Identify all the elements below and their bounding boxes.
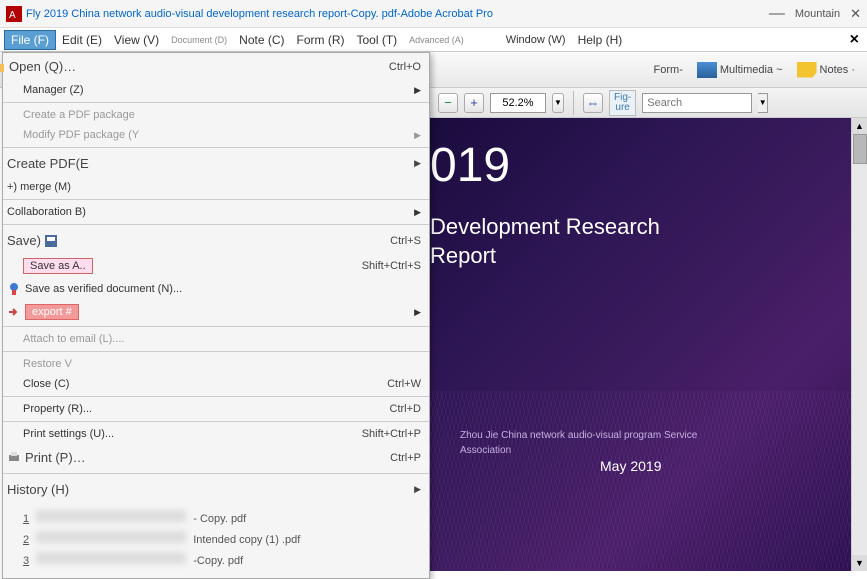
menu-edit[interactable]: Edit (E) <box>56 31 108 49</box>
figure-button[interactable]: Fig- ure <box>609 90 636 116</box>
history-item-1[interactable]: 1 - Copy. pdf <box>23 507 421 528</box>
menu-save[interactable]: Save) Ctrl+S <box>3 227 429 254</box>
history-item-3[interactable]: 3 -Copy. pdf <box>23 549 421 570</box>
history-list: 1 - Copy. pdf 2 Intended copy (1) .pdf 3… <box>3 503 429 578</box>
zoom-input[interactable] <box>490 93 546 113</box>
menu-help[interactable]: Help (H) <box>572 31 629 49</box>
scroll-up-button[interactable]: ▲ <box>852 118 867 134</box>
menu-save-verified[interactable]: Save as verified document (N)... <box>3 278 429 300</box>
window-title: Fly 2019 China network audio-visual deve… <box>26 8 769 20</box>
menu-view[interactable]: View (V) <box>108 31 165 49</box>
menu-collaboration[interactable]: Collaboration B)▶ <box>3 202 429 222</box>
verified-icon <box>7 282 21 296</box>
menu-save-as[interactable]: Save as A..Shift+Ctrl+S <box>3 254 429 278</box>
toolbar-notes[interactable]: Notes · <box>793 60 859 80</box>
toolbar-form[interactable]: Form- <box>650 62 687 78</box>
toolbar-multimedia[interactable]: Multimedia ~ <box>693 60 787 80</box>
menu-window[interactable]: Window (W) <box>500 32 572 48</box>
notes-icon <box>797 62 817 78</box>
folder-icon <box>0 60 5 74</box>
scroll-thumb[interactable] <box>853 134 867 164</box>
doc-subtitle: Development Research Report <box>430 193 851 270</box>
save-icon <box>45 235 57 247</box>
svg-text:A: A <box>9 10 16 21</box>
doc-year: 019 <box>430 118 851 193</box>
document-view[interactable]: 019 Development Research Report Zhou Jie… <box>430 118 851 571</box>
menu-property[interactable]: Property (R)...Ctrl+D <box>3 399 429 419</box>
menu-tool[interactable]: Tool (T) <box>351 31 404 49</box>
menu-note[interactable]: Note (C) <box>233 31 290 49</box>
zoom-dropdown[interactable]: ▼ <box>552 93 564 113</box>
close-button[interactable]: ✕ <box>850 6 861 22</box>
scroll-down-button[interactable]: ▼ <box>852 555 867 571</box>
menu-advanced[interactable]: Advanced (A) <box>403 33 470 47</box>
doc-source: Zhou Jie China network audio-visual prog… <box>460 428 697 458</box>
menu-create-pdf[interactable]: Create PDF(E▶ <box>3 150 429 177</box>
export-icon <box>7 305 21 319</box>
menu-restore[interactable]: Restore V <box>3 354 429 374</box>
menu-merge[interactable]: +) merge (M) <box>3 177 429 197</box>
zoom-in-button[interactable]: + <box>464 93 484 113</box>
history-item-2[interactable]: 2 Intended copy (1) .pdf <box>23 528 421 549</box>
multimedia-icon <box>697 62 717 78</box>
menu-document[interactable]: Document (D) <box>165 33 233 47</box>
file-menu-dropdown: Open (Q)…Ctrl+O Manager (Z)▶ Create a PD… <box>2 52 430 579</box>
menu-form[interactable]: Form (R) <box>291 31 351 49</box>
print-icon <box>7 451 21 465</box>
menu-manager[interactable]: Manager (Z)▶ <box>3 80 429 100</box>
search-dropdown[interactable]: ▼ <box>758 93 768 113</box>
close-document-button[interactable]: × <box>846 31 863 49</box>
menu-print-settings[interactable]: Print settings (U)...Shift+Ctrl+P <box>3 424 429 444</box>
doc-date: May 2019 <box>600 458 661 474</box>
menu-modify-package[interactable]: Modify PDF package (Y▶ <box>3 125 429 145</box>
menu-open[interactable]: Open (Q)…Ctrl+O <box>3 53 429 80</box>
fit-width-button[interactable]: ⇔ <box>583 93 603 113</box>
menu-attach-email[interactable]: Attach to email (L).... <box>3 329 429 349</box>
menu-file[interactable]: File (F) <box>4 30 56 50</box>
menu-create-package[interactable]: Create a PDF package <box>3 105 429 125</box>
minimize-button[interactable]: — <box>769 5 785 23</box>
separator <box>573 91 574 115</box>
app-icon: A <box>6 6 22 22</box>
vertical-scrollbar[interactable]: ▲ ▼ <box>851 118 867 571</box>
zoom-out-button[interactable]: − <box>438 93 458 113</box>
titlebar-right-text: Mountain <box>795 8 840 20</box>
menu-print[interactable]: Print (P)…Ctrl+P <box>3 444 429 471</box>
menu-export[interactable]: export #▶ <box>3 300 429 324</box>
menu-close[interactable]: Close (C)Ctrl+W <box>3 374 429 394</box>
menu-history[interactable]: History (H)▶ <box>3 476 429 503</box>
search-input[interactable] <box>642 93 752 113</box>
